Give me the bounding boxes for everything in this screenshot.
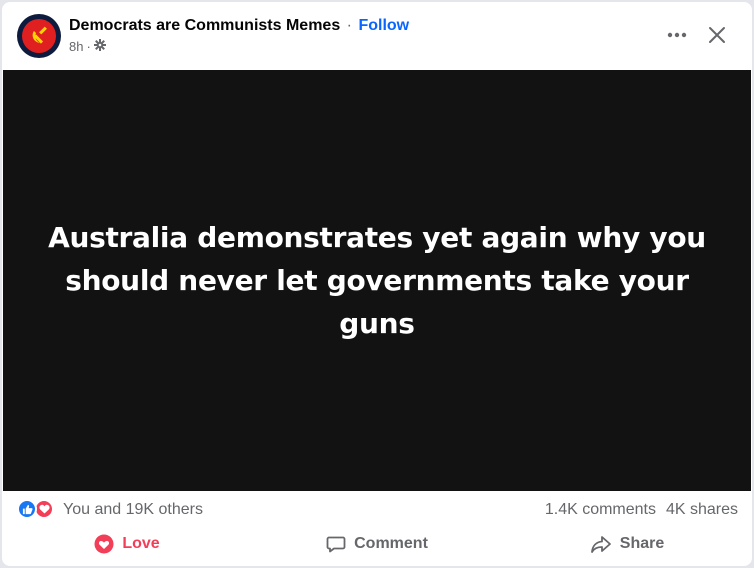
post-meta: 8h · xyxy=(69,39,106,55)
more-options-button[interactable] xyxy=(662,20,692,50)
share-label: Share xyxy=(619,535,665,552)
post-header: Democrats are Communists Memes · Follow … xyxy=(2,2,752,70)
post-time[interactable]: 8h xyxy=(69,39,83,55)
post-media[interactable]: Australia demonstrates yet again why you… xyxy=(3,70,751,491)
love-label: Love xyxy=(122,535,160,552)
shares-count[interactable]: 4K shares xyxy=(666,500,738,520)
page-title-line: Democrats are Communists Memes · Follow xyxy=(69,16,409,36)
close-icon xyxy=(709,27,725,43)
title-separator: · xyxy=(346,17,352,34)
page-avatar[interactable] xyxy=(17,14,61,58)
ellipsis-icon xyxy=(667,32,687,38)
post-card: Democrats are Communists Memes · Follow … xyxy=(2,2,752,566)
share-icon xyxy=(590,536,611,553)
media-caption-text: Australia demonstrates yet again why you… xyxy=(48,221,706,340)
love-icon xyxy=(34,499,54,519)
action-bar: Love Comment Share xyxy=(2,529,752,559)
comments-count[interactable]: 1.4K comments xyxy=(545,500,656,520)
comment-icon xyxy=(326,536,346,553)
comment-button[interactable]: Comment xyxy=(252,529,502,559)
love-button[interactable]: Love xyxy=(2,529,252,559)
page-name[interactable]: Democrats are Communists Memes xyxy=(69,17,340,34)
love-reaction-icon xyxy=(94,534,114,554)
like-icon xyxy=(17,499,37,519)
hammer-sickle-icon xyxy=(22,19,56,53)
share-button[interactable]: Share xyxy=(502,529,752,559)
close-button[interactable] xyxy=(702,20,732,50)
reactions-count[interactable]: You and 19K others xyxy=(63,500,203,520)
post-stats: You and 19K others 1.4K comments 4K shar… xyxy=(2,497,752,523)
follow-button[interactable]: Follow xyxy=(358,17,409,34)
gear-icon[interactable] xyxy=(93,39,106,55)
reaction-icons[interactable] xyxy=(17,499,57,519)
comment-label: Comment xyxy=(354,535,428,552)
meta-separator: · xyxy=(86,39,91,54)
